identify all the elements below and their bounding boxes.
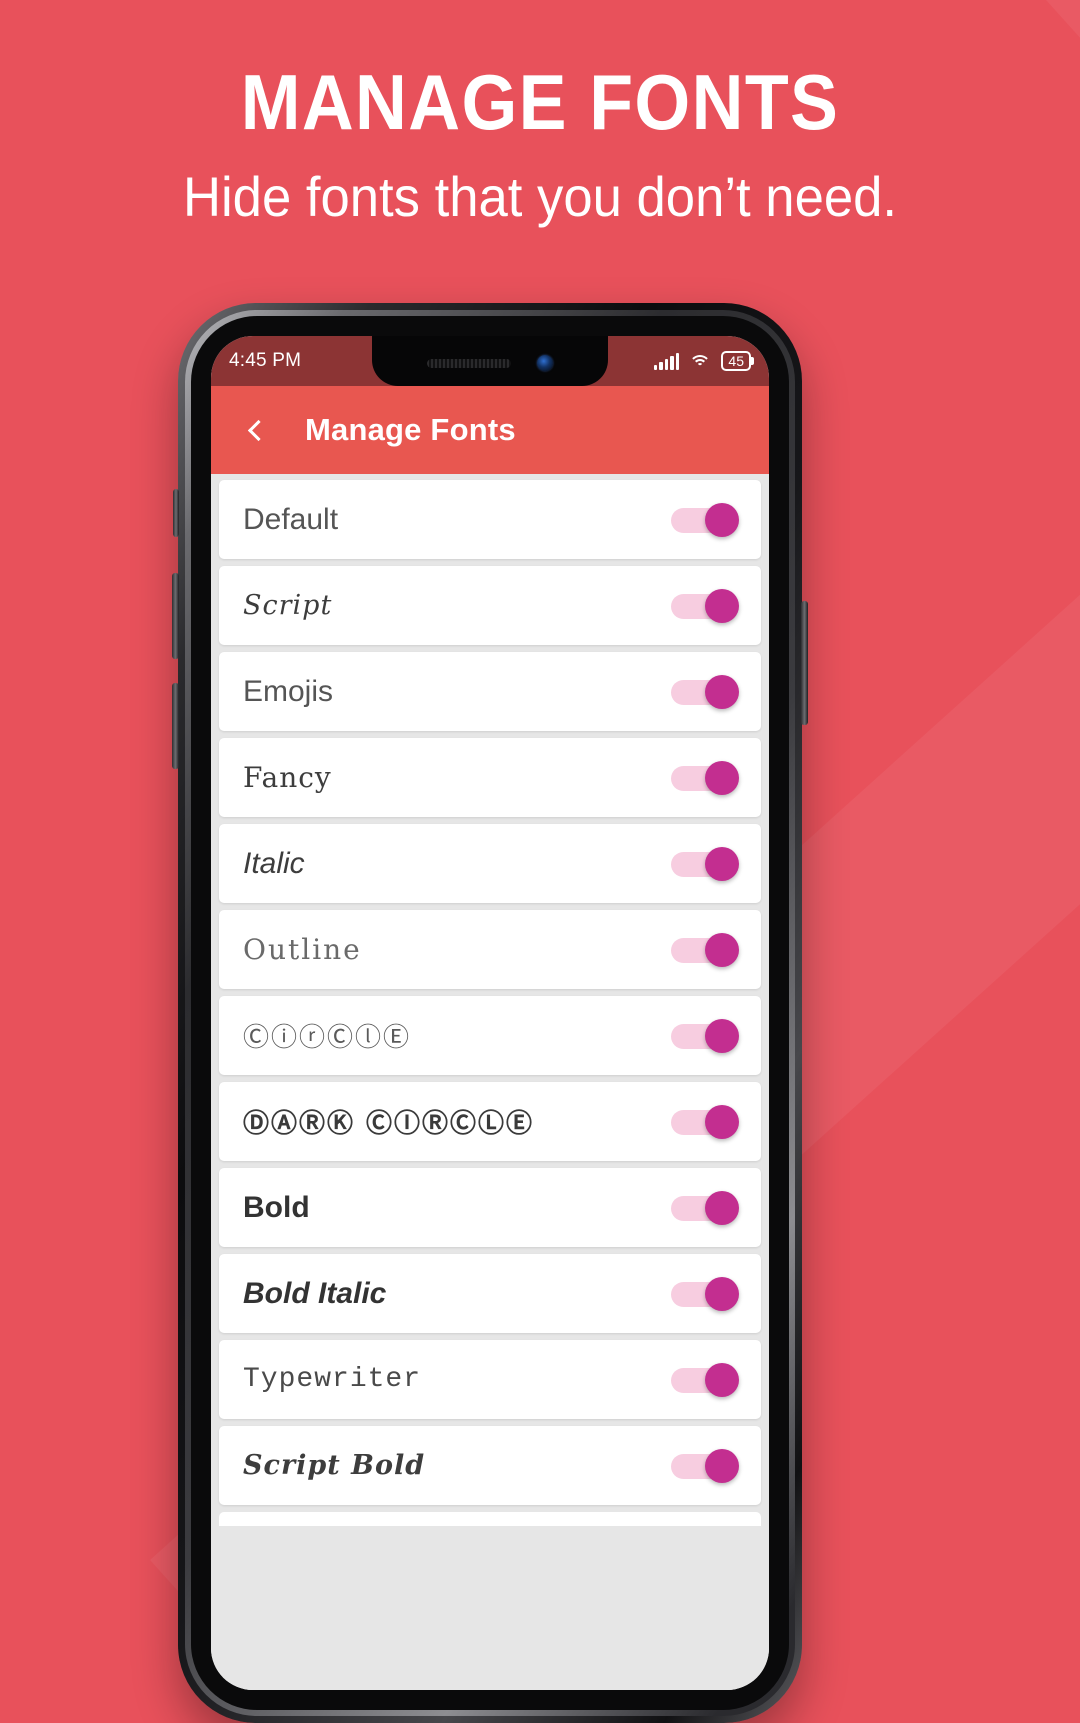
font-list-item-label: ⒹⒶⓇⓀ ⒸⒾⓇⒸⓁⒺ [243,1109,535,1139]
font-list-item-label: Script Bold [243,1450,426,1481]
font-list-item[interactable]: Default [219,480,761,559]
signal-bars-icon [653,352,680,370]
font-list-item-label: Typewriter [243,1364,422,1395]
font-visibility-toggle[interactable] [671,502,739,537]
font-list-item-label: Script [243,590,333,621]
font-list-item-label: Italic [243,846,305,880]
font-list-item[interactable]: ⒹⒶⓇⓀ ⒸⒾⓇⒸⓁⒺ [219,1082,761,1161]
battery-icon: 45 [721,351,751,371]
toggle-thumb [705,846,739,881]
toggle-thumb [705,1104,739,1139]
font-visibility-toggle[interactable] [671,674,739,709]
phone-mute-switch[interactable] [173,489,179,537]
phone-notch [372,336,608,386]
font-visibility-toggle[interactable] [671,1276,739,1311]
phone-volume-up-button[interactable] [172,573,179,659]
back-chevron-icon [247,419,270,441]
promo-headings: MANAGE FONTS Hide fonts that you don’t n… [0,58,1080,228]
phone-screen: 4:45 PM 45 Manage Fonts Default Script E… [211,336,769,1690]
toggle-thumb [705,502,739,537]
font-visibility-toggle[interactable] [671,846,739,881]
status-bar-time: 4:45 PM [229,350,302,371]
font-visibility-toggle[interactable] [671,1448,739,1483]
font-visibility-toggle[interactable] [671,588,739,623]
toggle-thumb [705,674,739,709]
wifi-icon [689,353,712,370]
font-list-item[interactable]: Bold Italic [219,1254,761,1333]
promo-subtitle: Hide fonts that you don’t need. [182,164,898,228]
phone-power-button[interactable] [801,601,808,725]
font-list-item[interactable]: Outline [219,910,761,989]
toggle-thumb [705,1276,739,1311]
font-visibility-toggle[interactable] [671,1104,739,1139]
toggle-thumb [705,1190,739,1225]
font-list-item-label: Default [243,502,339,536]
earpiece-speaker-icon [427,358,511,368]
front-camera-icon [537,355,553,371]
promo-title: MANAGE FONTS [240,58,840,146]
font-list-item-label: Fancy [243,761,332,794]
app-bar: Manage Fonts [211,386,769,474]
font-visibility-toggle[interactable] [671,932,739,967]
font-list-item[interactable]: Typewriter [219,1340,761,1419]
font-list-item[interactable]: Emojis [219,652,761,731]
phone-volume-down-button[interactable] [172,683,179,769]
font-list-item[interactable]: Bold [219,1168,761,1247]
font-list-item-label: Bold Italic [243,1276,387,1310]
toggle-thumb [705,1362,739,1397]
font-list-item[interactable]: Fancy [219,738,761,817]
toggle-thumb [705,932,739,967]
promo-screenshot-stage: MANAGE FONTS Hide fonts that you don’t n… [0,0,1080,1723]
font-list-item-label: Bold [243,1190,310,1224]
font-list-item[interactable]: Script [219,566,761,645]
page-title: Manage Fonts [305,412,516,447]
font-list-item-label: Outline [243,933,362,966]
toggle-thumb [705,1018,739,1053]
font-list-item[interactable]: Script Bold [219,1426,761,1505]
font-visibility-toggle[interactable] [671,760,739,795]
status-bar-indicators: 45 [653,351,751,371]
toggle-thumb [705,760,739,795]
phone-mockup: 4:45 PM 45 Manage Fonts Default Script E… [172,303,808,1723]
font-visibility-toggle[interactable] [671,1018,739,1053]
font-list[interactable]: Default Script Emojis Fancy Italic Outline Ⓒⓘⓡ… [211,474,769,1690]
back-button[interactable] [235,409,277,451]
font-visibility-toggle[interactable] [671,1190,739,1225]
font-visibility-toggle[interactable] [671,1362,739,1397]
font-list-item-label: ⒸⓘⓡⒸⓛⒺ [243,1023,412,1053]
toggle-thumb [705,588,739,623]
font-list-partial-row [219,1512,761,1526]
toggle-thumb [705,1448,739,1483]
font-list-item-label: Emojis [243,674,334,708]
font-list-item[interactable]: ⒸⓘⓡⒸⓛⒺ [219,996,761,1075]
font-list-item[interactable]: Italic [219,824,761,903]
